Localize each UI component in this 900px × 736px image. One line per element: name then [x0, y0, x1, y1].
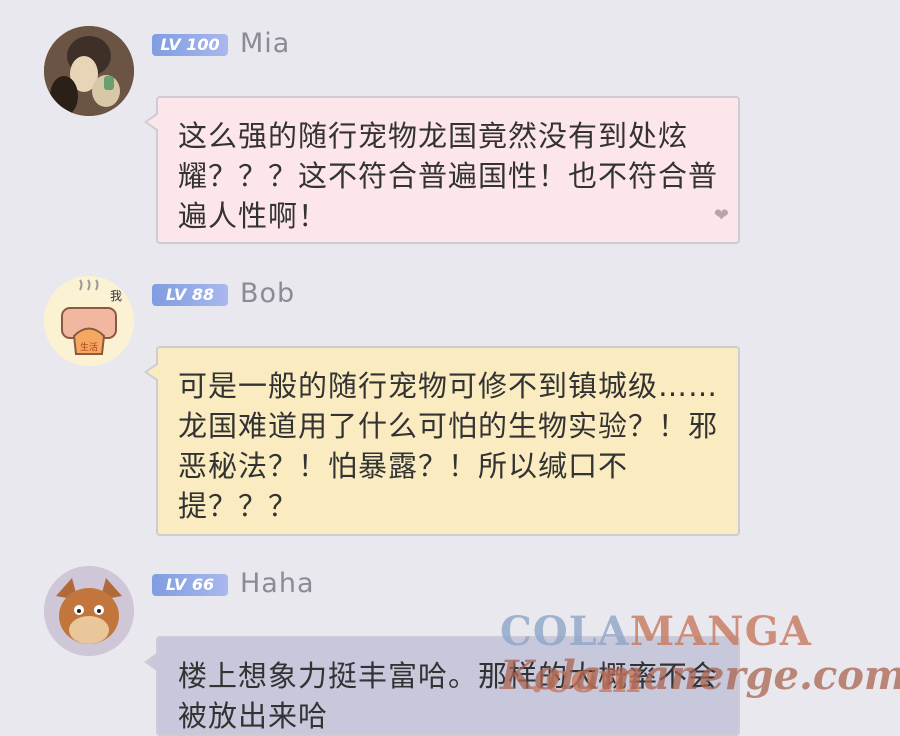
comment-text: 可是一般的随行宠物可修不到镇城级……龙国难道用了什么可怕的生物实验？！邪恶秘法？… [178, 369, 719, 523]
comment-text: 这么强的随行宠物龙国竟然没有到处炫耀？？？这不符合普遍国性！也不符合普遍人性啊！ [178, 119, 719, 233]
avatar[interactable]: 我 生活 [44, 276, 134, 366]
watermark-text: COLA [500, 608, 630, 655]
avatar[interactable] [44, 26, 134, 116]
avatar-label: 我 [110, 289, 122, 303]
username[interactable]: Bob [240, 278, 295, 309]
avatar[interactable] [44, 566, 134, 656]
heart-icon: ❤ [713, 205, 730, 226]
avatar-label: 生活 [80, 341, 98, 353]
level-badge: LV 66 [152, 574, 228, 596]
bubble-tail [144, 362, 159, 382]
username[interactable]: Haha [240, 568, 315, 599]
comment-bubble: 可是一般的随行宠物可修不到镇城级……龙国难道用了什么可怕的生物实验？！邪恶秘法？… [144, 346, 740, 536]
level-badge: LV 88 [152, 284, 228, 306]
user-avatar-icon [44, 566, 134, 656]
watermark-text: MANGA [629, 608, 812, 655]
bubble-tail [144, 112, 159, 132]
bubble-tail [144, 652, 159, 672]
comment-bubble: 这么强的随行宠物龙国竟然没有到处炫耀？？？这不符合普遍国性！也不符合普遍人性啊！… [144, 96, 740, 244]
username[interactable]: Mia [240, 28, 290, 59]
user-avatar-icon [44, 26, 134, 116]
level-badge: LV 100 [152, 34, 228, 56]
user-avatar-icon: 我 生活 [44, 276, 134, 366]
watermark-secondary: Kolamanerge.com [500, 652, 900, 699]
